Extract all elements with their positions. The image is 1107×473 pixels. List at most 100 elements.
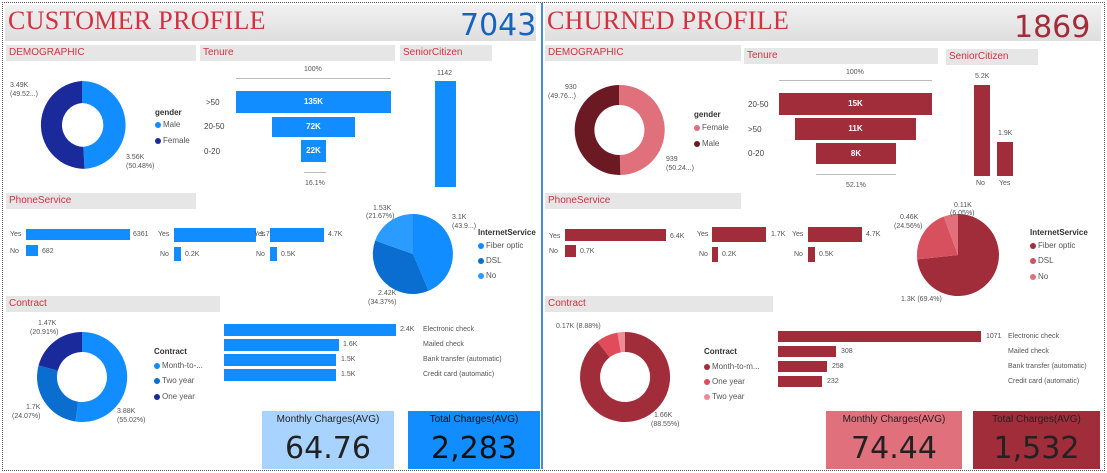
legend-item-twoyear[interactable]: Two year xyxy=(154,376,194,385)
customer-monthly-card: Monthly Charges(AVG) 64.76 xyxy=(262,411,394,469)
tenure-bar-2[interactable]: 72K xyxy=(272,117,355,137)
legend-dot xyxy=(155,121,161,128)
payment-bar-1[interactable] xyxy=(224,324,396,336)
contract-label-2: 1.66K xyxy=(654,412,673,419)
legend-label: Two year xyxy=(712,392,745,401)
tenure-bar-2[interactable]: 11K xyxy=(795,118,916,140)
legend-dot xyxy=(1030,257,1036,264)
senior-bar[interactable] xyxy=(435,81,456,187)
customer-gender-donut[interactable] xyxy=(32,75,132,175)
phone-g3-yes-bar[interactable] xyxy=(808,227,862,242)
gender-label-b: 3.56K xyxy=(126,154,145,161)
churned-contract-donut[interactable] xyxy=(580,331,671,422)
phone-g1-yes-value: 6361 xyxy=(133,231,149,238)
churned-internet-pie[interactable] xyxy=(916,214,999,296)
legend-item-month[interactable]: Month-to-m... xyxy=(704,362,760,371)
payment-cat-3: Bank transfer (automatic) xyxy=(1008,363,1087,370)
phone-g3-no-value: 0.5K xyxy=(281,251,296,258)
legend-label: Month-to-... xyxy=(162,361,203,370)
contract-oneyear-slice xyxy=(38,332,82,371)
legend-item-oneyear[interactable]: One year xyxy=(704,377,745,386)
payment-value-3: 1.5K xyxy=(341,356,356,363)
tenure-bracket-top xyxy=(236,78,391,79)
phone-g1-yes-bar[interactable] xyxy=(26,229,130,240)
contract-twoyear-slice xyxy=(37,365,79,422)
phone-g1-no-bar[interactable] xyxy=(565,245,576,257)
phone-g2-yes-bar[interactable] xyxy=(174,228,256,242)
customer-phone-header: PhoneService xyxy=(6,193,196,209)
payment-bar-3[interactable] xyxy=(224,354,336,366)
legend-item-twoyear[interactable]: Two year xyxy=(704,392,744,401)
tenure-bar-1[interactable]: 135K xyxy=(236,91,391,113)
legend-item-fiber[interactable]: Fiber optic xyxy=(478,241,523,250)
phone-g3-yes: Yes xyxy=(792,231,804,238)
tenure-bottom-pct: 52.1% xyxy=(846,182,866,189)
legend-dot xyxy=(1030,273,1036,280)
legend-item-male[interactable]: Male xyxy=(694,139,719,148)
phone-g2-no-bar[interactable] xyxy=(712,247,718,262)
tenure-top-pct: 100% xyxy=(304,66,322,73)
senior-yes-bar[interactable] xyxy=(997,142,1013,176)
contract-label-2-pct: (88.55%) xyxy=(651,421,680,428)
tenure-cat-1: 20-50 xyxy=(748,100,769,109)
payment-value-4: 1.5K xyxy=(341,371,356,378)
phone-g2-yes-bar[interactable] xyxy=(712,227,766,242)
payment-cat-4: Credit card (automatic) xyxy=(1008,378,1080,385)
phone-g1-yes-bar[interactable] xyxy=(565,229,666,241)
tenure-cat-2: 20-50 xyxy=(204,122,225,131)
phone-g1-yes: Yes xyxy=(10,231,22,238)
payment-bar-4[interactable] xyxy=(778,376,822,387)
legend-item-no[interactable]: No xyxy=(1030,272,1048,281)
legend-item-month[interactable]: Month-to-... xyxy=(154,361,203,370)
phone-g1-no-value: 0.7K xyxy=(580,248,595,255)
legend-item-female[interactable]: Female xyxy=(155,136,190,145)
customer-contract-header: Contract xyxy=(6,296,220,312)
customer-demographic-header: DEMOGRAPHIC xyxy=(6,45,196,61)
contract-label-1: 1.47K xyxy=(38,320,57,327)
gender-female-slice xyxy=(40,81,85,169)
tenure-bracket-top xyxy=(779,80,932,81)
customer-title: CUSTOMER PROFILE xyxy=(8,6,266,35)
gender-label-a: 3.49K xyxy=(10,82,29,89)
phone-g1-yes: Yes xyxy=(549,233,561,240)
tenure-bar-3[interactable]: 22K xyxy=(301,140,326,162)
internet-label-3: 1.3K (69.4%) xyxy=(901,296,942,303)
legend-item-male[interactable]: Male xyxy=(155,120,180,129)
phone-g1-yes-value: 6.4K xyxy=(670,233,685,240)
payment-bar-1[interactable] xyxy=(778,331,981,342)
payment-bar-3[interactable] xyxy=(778,361,827,372)
legend-label: Male xyxy=(163,120,181,129)
legend-item-fiber[interactable]: Fiber optic xyxy=(1030,241,1075,250)
payment-bar-2[interactable] xyxy=(778,346,836,357)
legend-item-no[interactable]: No xyxy=(478,271,496,280)
phone-g3-no-bar[interactable] xyxy=(808,247,815,262)
legend-dot xyxy=(478,257,484,264)
legend-label: One year xyxy=(712,377,745,386)
churned-total-card: Total Charges(AVG) 1,532 xyxy=(973,411,1100,469)
legend-item-female[interactable]: Female xyxy=(694,123,729,132)
churned-gender-donut[interactable] xyxy=(574,84,665,176)
senior-value-label: 1142 xyxy=(437,70,453,77)
legend-item-oneyear[interactable]: One year xyxy=(154,392,195,401)
customer-internet-pie[interactable] xyxy=(372,213,453,295)
legend-label: Fiber optic xyxy=(1038,241,1076,250)
phone-g2-no-bar[interactable] xyxy=(174,247,181,261)
phone-g3-no: No xyxy=(794,251,803,258)
legend-item-dsl[interactable]: DSL xyxy=(478,256,502,265)
phone-g2-no-value: 0.2K xyxy=(185,251,200,258)
phone-g3-yes-bar[interactable] xyxy=(270,228,324,242)
legend-item-dsl[interactable]: DSL xyxy=(1030,256,1054,265)
churned-contract-header: Contract xyxy=(545,296,773,312)
phone-g3-yes: Yes xyxy=(254,231,266,238)
customer-total-card: Total Charges(AVG) 2,283 xyxy=(408,411,540,469)
internet-label-2-pct: (43.9...) xyxy=(452,223,477,230)
phone-g1-no-bar[interactable] xyxy=(26,245,38,256)
customer-contract-donut[interactable] xyxy=(37,331,128,422)
legend-dot xyxy=(478,272,484,279)
payment-bar-2[interactable] xyxy=(224,339,339,351)
phone-g3-no-bar[interactable] xyxy=(270,247,277,261)
tenure-bar-1[interactable]: 15K xyxy=(779,93,932,115)
payment-bar-4[interactable] xyxy=(224,369,336,381)
tenure-bar-3[interactable]: 8K xyxy=(816,143,896,164)
senior-no-bar[interactable] xyxy=(974,85,990,176)
